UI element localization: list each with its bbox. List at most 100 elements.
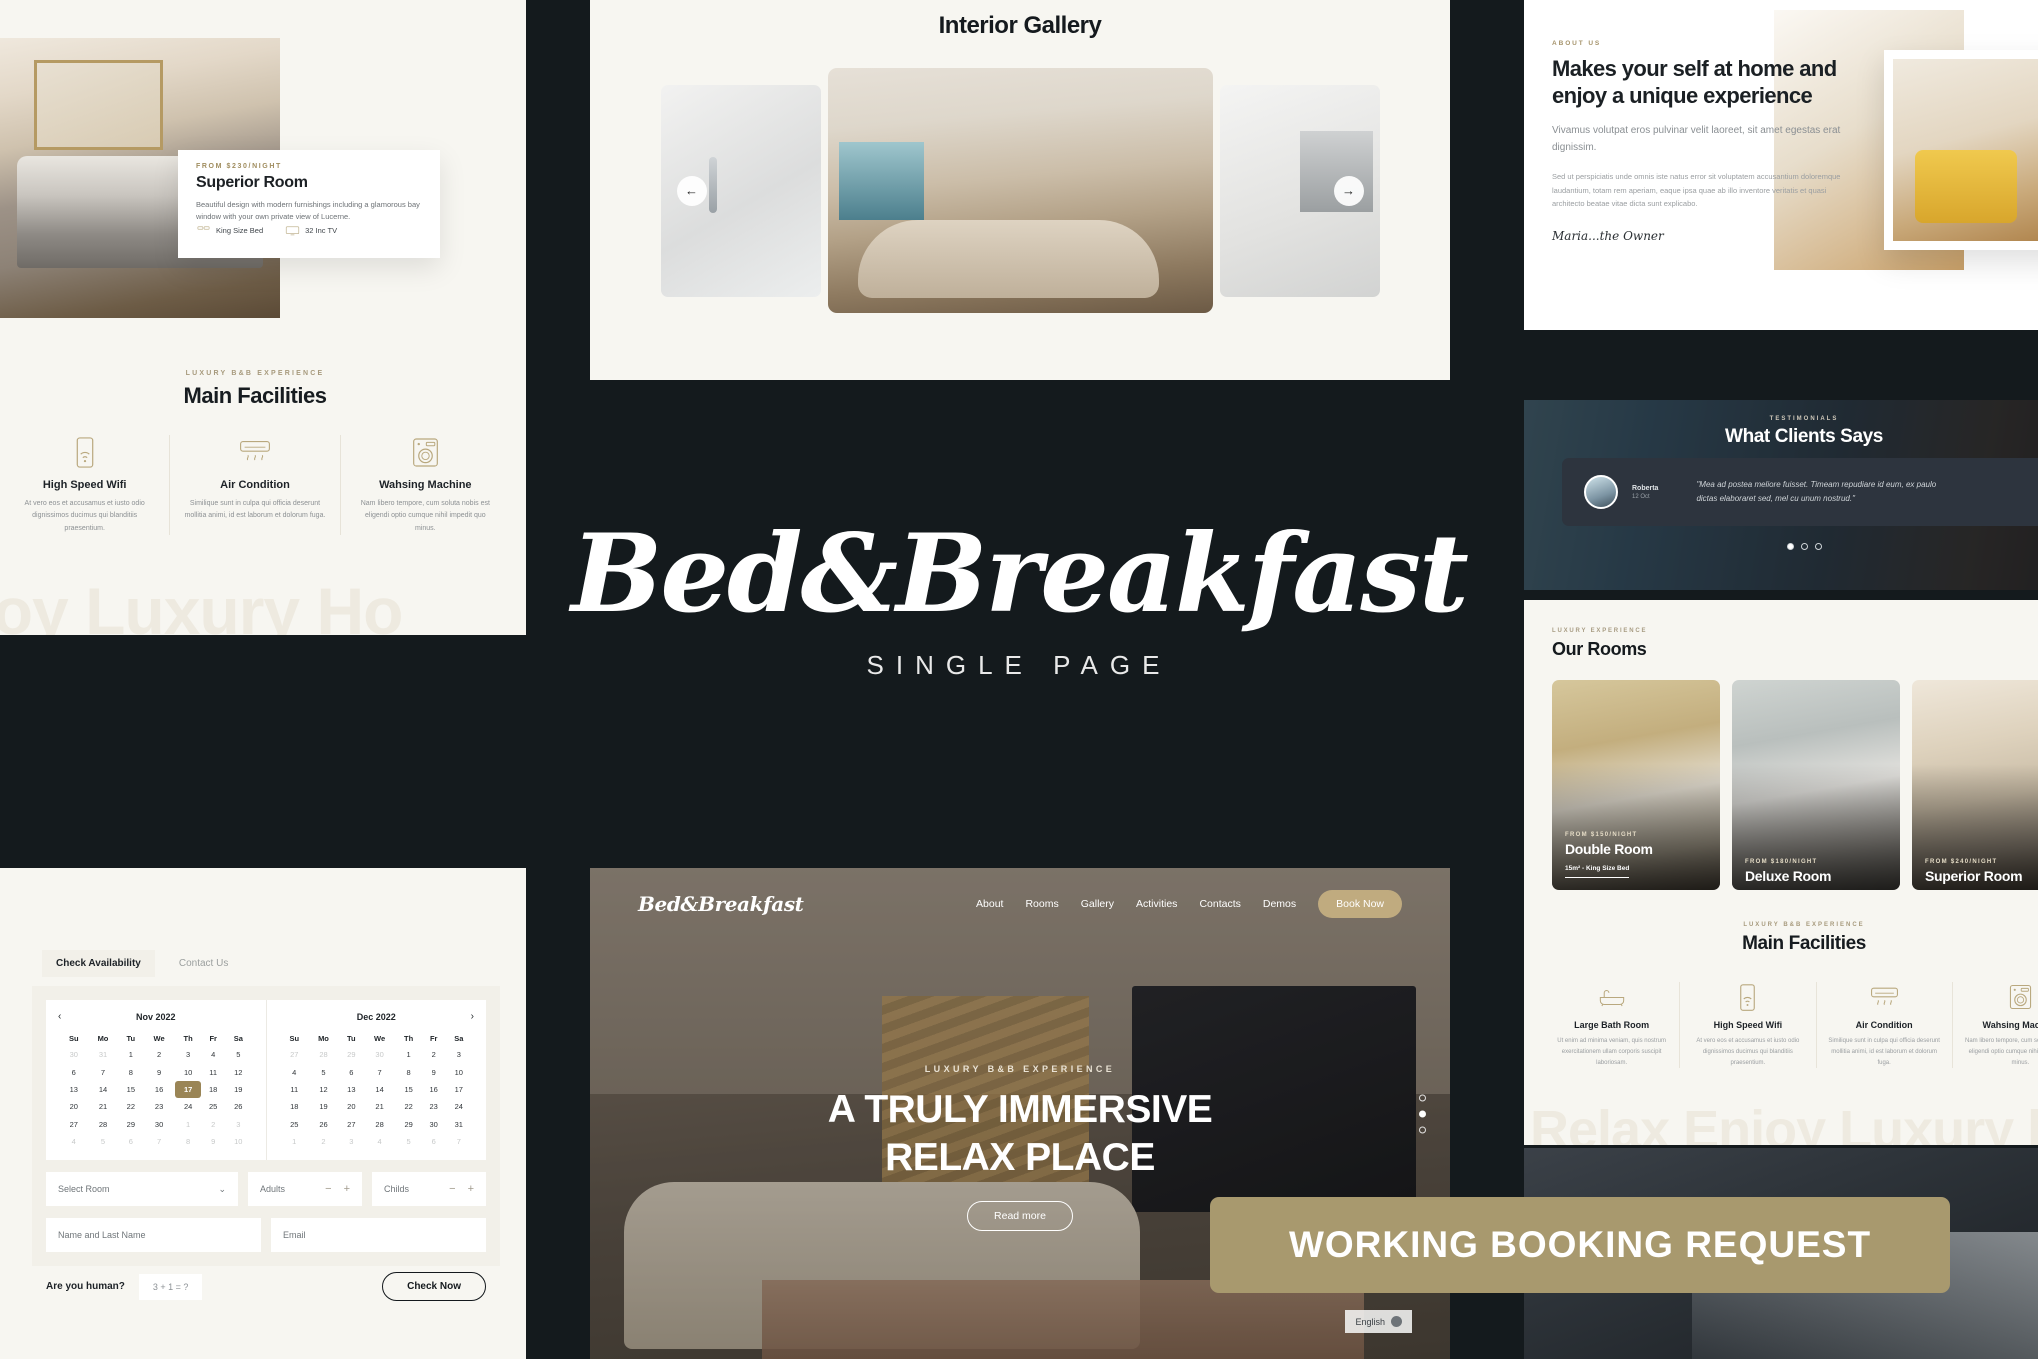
nav-item-demos[interactable]: Demos [1263, 898, 1296, 910]
calendar-day[interactable]: 10 [446, 1063, 472, 1080]
calendar-day[interactable]: 16 [422, 1081, 446, 1098]
calendar-day[interactable]: 12 [308, 1081, 339, 1098]
nav-item-gallery[interactable]: Gallery [1081, 898, 1114, 910]
calendar-day[interactable]: 8 [396, 1063, 422, 1080]
nav-item-about[interactable]: About [976, 898, 1003, 910]
chevron-right-icon[interactable]: › [471, 1011, 474, 1022]
select-room-dropdown[interactable]: Select Room ⌄ [46, 1172, 238, 1207]
calendar-day[interactable]: 24 [446, 1098, 472, 1115]
calendar-day[interactable]: 20 [60, 1098, 87, 1115]
gallery-thumb-left[interactable]: ← [660, 84, 821, 297]
pagination-dot[interactable] [1419, 1110, 1426, 1117]
room-card-superior[interactable]: FROM $240/NIGHT Superior Room [1912, 680, 2038, 890]
calendar-day[interactable]: 27 [60, 1116, 87, 1133]
name-input[interactable]: Name and Last Name [46, 1218, 261, 1253]
calendar-day[interactable]: 7 [87, 1063, 118, 1080]
calendar-day[interactable]: 31 [446, 1116, 472, 1133]
email-input[interactable]: Email [271, 1218, 486, 1253]
calendar-day[interactable]: 17 [446, 1081, 472, 1098]
calendar-day[interactable]: 11 [201, 1063, 225, 1080]
calendar-day[interactable]: 26 [308, 1116, 339, 1133]
calendar-day[interactable]: 15 [396, 1081, 422, 1098]
calendar-day[interactable]: 23 [143, 1098, 175, 1115]
adults-controls[interactable]: − + [325, 1183, 350, 1195]
calendar-day[interactable]: 23 [422, 1098, 446, 1115]
calendar-day[interactable]: 13 [339, 1081, 364, 1098]
calendar-day[interactable]: 12 [225, 1063, 251, 1080]
gallery-thumb-right[interactable]: → [1219, 84, 1380, 297]
calendar-day[interactable]: 30 [143, 1116, 175, 1133]
pagination-dot[interactable] [1419, 1126, 1426, 1133]
nav-item-rooms[interactable]: Rooms [1025, 898, 1058, 910]
calendar-day[interactable]: 1 [119, 1046, 144, 1063]
calendar-day[interactable]: 2 [422, 1046, 446, 1063]
calendar-day[interactable]: 20 [339, 1098, 364, 1115]
pagination-dot[interactable] [1419, 1094, 1426, 1101]
captcha-input[interactable]: 3 + 1 = ? [138, 1273, 203, 1300]
calendar-day[interactable]: 8 [119, 1063, 144, 1080]
arrow-left-icon[interactable]: ← [676, 175, 707, 206]
calendar-day[interactable]: 18 [201, 1081, 225, 1098]
calendar-day[interactable]: 30 [422, 1116, 446, 1133]
gallery-main-image[interactable] [827, 68, 1213, 313]
arrow-right-icon[interactable]: → [1333, 175, 1364, 206]
hero-slider-pagination[interactable] [1419, 1094, 1426, 1133]
minus-icon[interactable]: − [449, 1183, 455, 1195]
calendar-day[interactable]: 14 [87, 1081, 118, 1098]
room-card-deluxe[interactable]: FROM $180/NIGHT Deluxe Room [1732, 680, 1900, 890]
calendar-day[interactable]: 16 [143, 1081, 175, 1098]
calendar-day[interactable]: 21 [364, 1098, 396, 1115]
calendar-day[interactable]: 25 [201, 1098, 225, 1115]
calendar-day[interactable]: 19 [225, 1081, 251, 1098]
calendar-day[interactable]: 19 [308, 1098, 339, 1115]
calendar-day[interactable]: 5 [225, 1046, 251, 1063]
calendar-day[interactable]: 7 [364, 1063, 396, 1080]
calendar-day[interactable]: 10 [175, 1063, 201, 1080]
read-more-button[interactable]: Read more [967, 1201, 1073, 1232]
superior-room-card[interactable]: FROM $230/NIGHT Superior Room Beautiful … [178, 150, 440, 258]
calendar-day[interactable]: 22 [396, 1098, 422, 1115]
calendar-day[interactable]: 15 [119, 1081, 144, 1098]
calendar-day[interactable]: 13 [60, 1081, 87, 1098]
calendar-day[interactable]: 26 [225, 1098, 251, 1115]
calendar-day[interactable]: 11 [281, 1081, 308, 1098]
check-now-button[interactable]: Check Now [382, 1272, 486, 1301]
calendar-day[interactable]: 2 [143, 1046, 175, 1063]
room-card-double[interactable]: FROM $150/NIGHT Double Room 15m² - King … [1552, 680, 1720, 890]
calendar-day[interactable]: 9 [422, 1063, 446, 1080]
calendar-day[interactable]: 21 [87, 1098, 118, 1115]
chevron-left-icon[interactable]: ‹ [58, 1011, 61, 1022]
plus-icon[interactable]: + [468, 1183, 474, 1195]
calendar-day[interactable]: 24 [175, 1098, 201, 1115]
calendar-day[interactable]: 6 [60, 1063, 87, 1080]
plus-icon[interactable]: + [344, 1183, 350, 1195]
childs-controls[interactable]: − + [449, 1183, 474, 1195]
calendar-day[interactable]: 3 [446, 1046, 472, 1063]
calendar-day[interactable]: 14 [364, 1081, 396, 1098]
calendar-day[interactable]: 29 [119, 1116, 144, 1133]
calendar-day[interactable]: 4 [281, 1063, 308, 1080]
nav-item-contacts[interactable]: Contacts [1199, 898, 1240, 910]
calendar-day[interactable]: 27 [339, 1116, 364, 1133]
calendar-day[interactable]: 5 [308, 1063, 339, 1080]
adults-stepper[interactable]: Adults − + [248, 1172, 362, 1207]
hero-logo[interactable]: Bed&Breakfast [638, 892, 804, 916]
tab-contact-us[interactable]: Contact Us [165, 950, 242, 977]
language-selector[interactable]: English [1345, 1310, 1412, 1333]
minus-icon[interactable]: − [325, 1183, 331, 1195]
calendar-day[interactable]: 25 [281, 1116, 308, 1133]
nav-item-activities[interactable]: Activities [1136, 898, 1177, 910]
calendar-day[interactable]: 22 [119, 1098, 144, 1115]
calendar-day[interactable]: 1 [396, 1046, 422, 1063]
childs-stepper[interactable]: Childs − + [372, 1172, 486, 1207]
calendar-day[interactable]: 29 [396, 1116, 422, 1133]
calendar-day[interactable]: 18 [281, 1098, 308, 1115]
calendar-day[interactable]: 6 [339, 1063, 364, 1080]
calendar-day[interactable]: 3 [175, 1046, 201, 1063]
calendar-day[interactable]: 9 [143, 1063, 175, 1080]
book-now-button[interactable]: Book Now [1318, 890, 1402, 918]
calendar-day[interactable]: 4 [201, 1046, 225, 1063]
calendar-day[interactable]: 28 [87, 1116, 118, 1133]
calendar-day[interactable]: 28 [364, 1116, 396, 1133]
calendar-day-selected[interactable]: 17 [175, 1080, 202, 1099]
